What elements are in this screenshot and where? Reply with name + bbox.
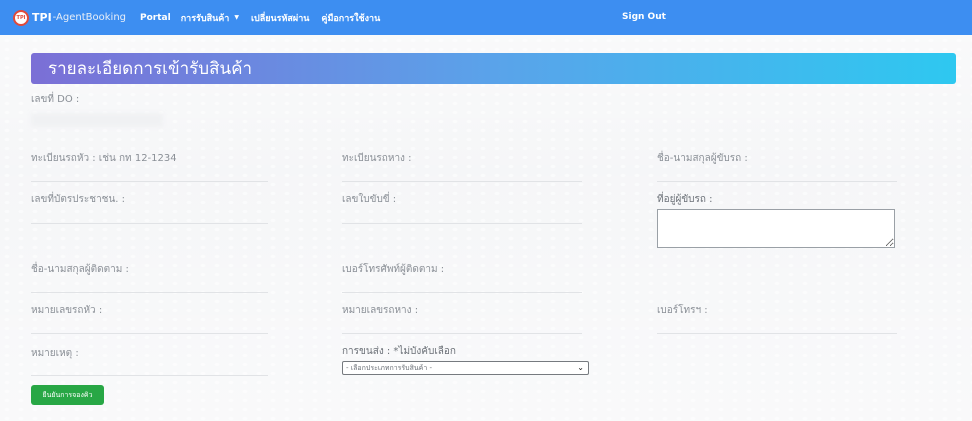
follower-name-label: ชื่อ-นามสกุลผู้ติดตาม :	[31, 264, 129, 275]
follower-phone-input[interactable]	[342, 292, 582, 293]
phone-input[interactable]	[657, 333, 897, 334]
brand-tpi: TPI	[32, 11, 52, 24]
license-input[interactable]	[342, 223, 582, 224]
follower-phone-label: เบอร์โทรศัพท์ผู้ติดตาม :	[342, 264, 445, 275]
confirm-booking-button[interactable]: ยืนยันการจองคิว	[31, 385, 104, 405]
page-title: รายละเอียดการเข้ารับสินค้า	[31, 53, 956, 84]
id-card-label: เลขที่บัตรประชาชน. :	[31, 194, 126, 205]
nav-manual[interactable]: คู่มือการใช้งาน	[321, 11, 380, 25]
tail-plate-input[interactable]	[342, 181, 582, 182]
tail-number-input[interactable]	[342, 333, 582, 334]
driver-name-label: ชื่อ-นามสกุลผู้ขับรถ :	[657, 153, 748, 164]
head-plate-label: ทะเบียนรถหัว : เช่น กท 12-1234	[31, 153, 177, 164]
transport-select-value: - เลือกประเภทการรับสินค้า -	[346, 363, 433, 372]
do-number-label: เลขที่ DO :	[31, 94, 80, 105]
head-plate-input[interactable]	[31, 181, 268, 182]
transport-select[interactable]: - เลือกประเภทการรับสินค้า - ⌄	[342, 361, 589, 375]
tail-plate-label: ทะเบียนรถหาง :	[342, 153, 412, 164]
tail-number-label: หมายเลขรถหาง :	[342, 305, 419, 316]
top-navbar: TPI TPI -AgentBooking Portal การรับสินค้…	[0, 0, 972, 35]
head-number-input[interactable]	[31, 333, 268, 334]
chevron-down-icon: ⌄	[577, 363, 584, 372]
phone-label: เบอร์โทรฯ :	[657, 305, 708, 316]
transport-label: การขนส่ง : *ไม่บังคับเลือก	[342, 346, 456, 357]
driver-address-label: ที่อยู่ผู้ขับรถ :	[657, 194, 713, 205]
nav-portal[interactable]: Portal	[140, 13, 171, 23]
do-number-value-blurred	[31, 113, 163, 127]
sign-out-link[interactable]: Sign Out	[622, 12, 666, 22]
main-content: รายละเอียดการเข้ารับสินค้า เลขที่ DO : ท…	[0, 35, 972, 421]
driver-address-textarea[interactable]	[657, 209, 895, 248]
remark-input[interactable]	[31, 375, 268, 376]
caret-down-icon: ▼	[234, 14, 239, 21]
follower-name-input[interactable]	[31, 292, 268, 293]
remark-label: หมายเหตุ :	[31, 348, 79, 359]
nav-receive-dropdown[interactable]: การรับสินค้า ▼	[181, 11, 239, 25]
brand[interactable]: TPI TPI -AgentBooking	[13, 0, 126, 35]
license-label: เลขใบขับขี่ :	[342, 194, 397, 205]
id-card-input[interactable]	[31, 223, 268, 224]
brand-agentbooking: -AgentBooking	[52, 12, 127, 23]
nav-receive-label: การรับสินค้า	[180, 13, 230, 24]
head-number-label: หมายเลขรถหัว :	[31, 305, 103, 316]
nav-change-password[interactable]: เปลี่ยนรหัสผ่าน	[251, 11, 309, 25]
tpi-logo-icon: TPI	[13, 9, 29, 26]
driver-name-input[interactable]	[657, 181, 897, 182]
